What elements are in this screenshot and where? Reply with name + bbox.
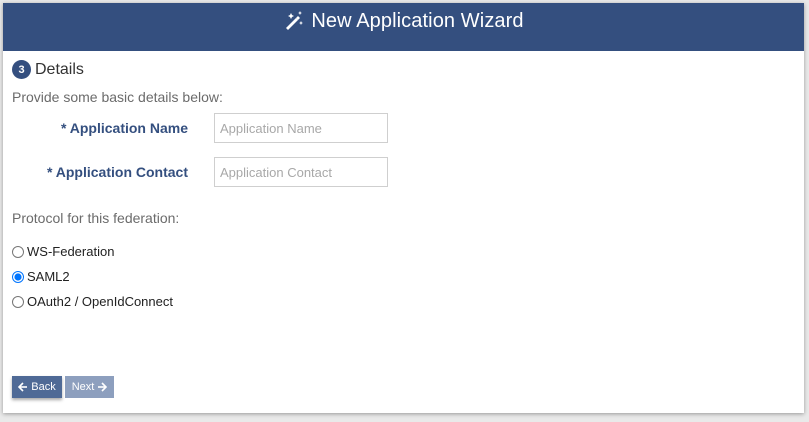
arrow-right-icon: [97, 382, 108, 392]
oauth2-radio[interactable]: [12, 295, 24, 308]
wizard-header: New Application Wizard: [3, 3, 804, 51]
arrow-left-icon: [18, 382, 28, 392]
wizard-title: New Application Wizard: [311, 10, 524, 32]
application-contact-row: * Application Contact: [3, 157, 388, 187]
saml2-label: SAML2: [27, 269, 70, 284]
protocol-option-oauth2[interactable]: OAuth2 / OpenIdConnect: [12, 294, 173, 309]
header-content: New Application Wizard: [283, 8, 524, 34]
application-contact-input[interactable]: [214, 157, 388, 187]
step-number-badge: 3: [12, 60, 31, 79]
ws-federation-label: WS-Federation: [27, 244, 115, 259]
oauth2-label: OAuth2 / OpenIdConnect: [27, 294, 173, 309]
application-contact-label: * Application Contact: [46, 164, 188, 180]
ws-federation-radio[interactable]: [12, 245, 24, 258]
application-name-row: * Application Name: [3, 113, 388, 143]
application-name-label: * Application Name: [60, 120, 188, 136]
magic-wand-icon: [283, 10, 305, 32]
wizard-dialog: New Application Wizard 3 Details Provide…: [3, 3, 804, 413]
application-name-input[interactable]: [214, 113, 388, 143]
protocol-label: Protocol for this federation:: [12, 210, 180, 226]
protocol-option-ws-federation[interactable]: WS-Federation: [12, 244, 114, 259]
saml2-radio[interactable]: [12, 270, 24, 283]
protocol-option-saml2[interactable]: SAML2: [12, 269, 70, 284]
back-label: Back: [31, 381, 56, 393]
next-button[interactable]: Next: [65, 376, 114, 398]
step-title: Details: [35, 60, 84, 78]
next-label: Next: [71, 381, 95, 393]
step-heading: 3 Details: [12, 60, 84, 79]
back-button[interactable]: Back: [12, 376, 62, 398]
intro-text: Provide some basic details below:: [12, 89, 223, 105]
